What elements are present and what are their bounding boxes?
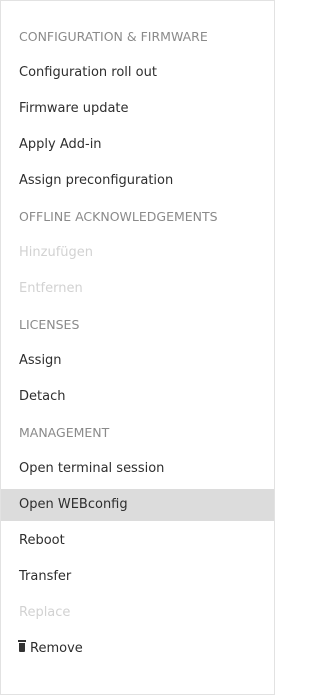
menu-item-hinzufuegen: Hinzufügen: [19, 245, 93, 260]
menu-item-replace: Replace: [19, 605, 71, 620]
menu-item-remove[interactable]: Remove: [1, 633, 274, 665]
section-header-management: MANAGEMENT: [19, 425, 110, 440]
section-header-configuration-firmware: CONFIGURATION & FIRMWARE: [19, 29, 208, 44]
context-menu: CONFIGURATION & FIRMWARE Configuration r…: [0, 0, 275, 695]
menu-item-assign[interactable]: Assign: [1, 345, 274, 377]
menu-item-open-webconfig[interactable]: Open WEBconfig: [1, 489, 274, 521]
section-header-offline-acknowledgements: OFFLINE ACKNOWLEDGEMENTS: [19, 209, 218, 224]
section-header-licenses: LICENSES: [19, 317, 80, 332]
trash-icon: [18, 640, 26, 652]
menu-item-entfernen: Entfernen: [19, 281, 83, 296]
menu-item-assign-preconfiguration[interactable]: Assign preconfiguration: [1, 165, 274, 197]
menu-item-firmware-update[interactable]: Firmware update: [1, 93, 274, 125]
menu-item-detach[interactable]: Detach: [1, 381, 274, 413]
menu-item-transfer[interactable]: Transfer: [1, 561, 274, 593]
menu-item-apply-add-in[interactable]: Apply Add-in: [1, 129, 274, 161]
menu-item-configuration-roll-out[interactable]: Configuration roll out: [1, 57, 274, 89]
menu-item-reboot[interactable]: Reboot: [1, 525, 274, 557]
menu-item-remove-label: Remove: [30, 641, 83, 656]
menu-item-open-terminal-session[interactable]: Open terminal session: [1, 453, 274, 485]
